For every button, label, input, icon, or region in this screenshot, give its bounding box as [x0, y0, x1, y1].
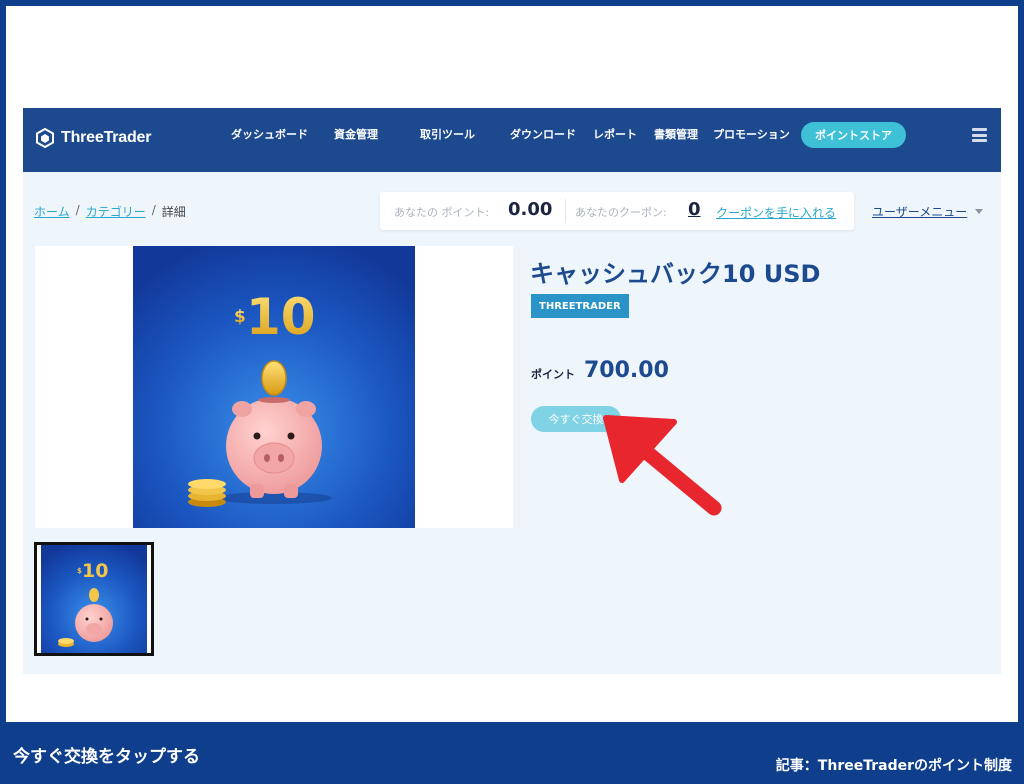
coupons-label: あなたのクーポン:	[575, 206, 667, 219]
breadcrumb-separator: /	[151, 203, 156, 217]
breadcrumb: ホーム / カテゴリー / 詳細	[34, 203, 186, 220]
price-value: 700.00	[584, 358, 669, 383]
user-menu-label: ユーザーメニュー	[872, 205, 968, 219]
logo-text: ThreeTrader	[61, 129, 152, 146]
points-summary-card: あなたの ポイント: 0.00 あなたのクーポン: 0 クーポンを手に入れる	[380, 192, 854, 230]
product-image-panel: $ 10	[35, 246, 513, 528]
thumbnail-image: $ 10	[37, 545, 151, 653]
get-coupon-link[interactable]: クーポンを手に入れる	[716, 204, 836, 221]
nav-report[interactable]: レポート	[593, 126, 637, 142]
nav-download[interactable]: ダウンロード	[510, 126, 576, 142]
caption-sub: 記事：ThreeTraderのポイント制度	[775, 758, 1012, 774]
svg-text:$: $	[234, 307, 246, 327]
threetrader-logo-icon	[36, 128, 54, 148]
nav-dashboard[interactable]: ダッシュボード	[231, 126, 308, 142]
caption-main: 今すぐ交換をタップする	[13, 747, 200, 767]
logo[interactable]: ThreeTrader	[35, 128, 151, 148]
nav-point-store[interactable]: ポイントストア	[801, 122, 906, 148]
coupons-value[interactable]: 0	[688, 199, 701, 220]
product-image: $ 10	[133, 246, 415, 528]
breadcrumb-home[interactable]: ホーム	[34, 203, 70, 220]
points-label: あなたの ポイント:	[394, 206, 490, 219]
brand-badge: THREETRADER	[531, 294, 629, 318]
points-value: 0.00	[508, 199, 553, 220]
divider	[565, 199, 566, 223]
nav-trading-tools[interactable]: 取引ツール	[420, 126, 475, 142]
caption-band: 今すぐ交換をタップする 記事：ThreeTraderのポイント制度	[0, 722, 1024, 784]
product-thumbnail[interactable]: $ 10	[34, 542, 154, 656]
breadcrumb-category[interactable]: カテゴリー	[86, 203, 146, 220]
user-menu[interactable]: ユーザーメニュー	[872, 203, 984, 220]
nav-promotion[interactable]: プロモーション	[713, 126, 790, 142]
breadcrumb-current: 詳細	[161, 205, 186, 219]
nav-funds[interactable]: 資金管理	[334, 126, 378, 142]
app-header: ThreeTrader ダッシュボード 資金管理 取引ツール ダウンロード レポ…	[23, 108, 1001, 172]
hamburger-menu-icon[interactable]	[972, 128, 987, 142]
svg-text:10: 10	[246, 288, 316, 346]
product-title: キャッシュバック10 USD	[530, 260, 821, 288]
chevron-down-icon	[975, 209, 984, 214]
price-label: ポイント	[531, 368, 575, 381]
breadcrumb-separator: /	[75, 203, 80, 217]
nav-documents[interactable]: 書類管理	[654, 126, 698, 142]
main-content: ホーム / カテゴリー / 詳細 あなたの ポイント: 0.00 あなたのクーポ…	[23, 172, 1001, 674]
annotation-arrow-icon	[603, 415, 722, 516]
svg-text:10: 10	[82, 560, 108, 582]
